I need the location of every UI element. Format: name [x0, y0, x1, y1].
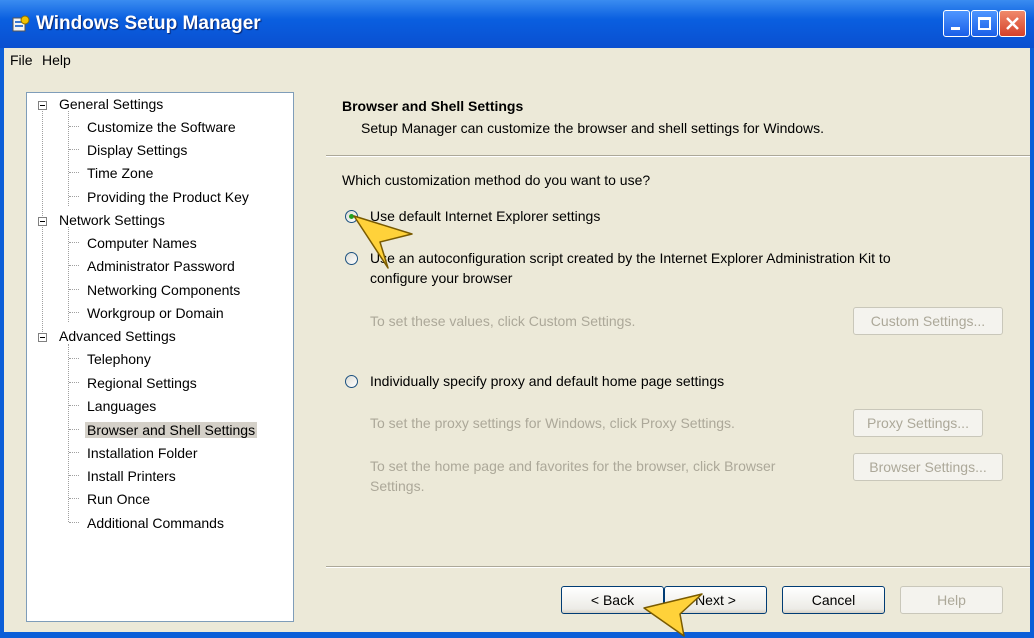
tree-node-general-settings[interactable]: General Settings	[59, 96, 163, 112]
close-icon	[1006, 17, 1019, 30]
tree-item-selected[interactable]: Browser and Shell Settings	[85, 422, 258, 438]
header-divider	[326, 155, 1030, 157]
tree-item[interactable]: Providing the Product Key	[87, 189, 249, 205]
menu-help[interactable]: Help	[42, 52, 71, 68]
pointer-arrow-icon	[643, 593, 703, 637]
tree-connector	[69, 382, 79, 383]
tree-item[interactable]: Run Once	[87, 491, 150, 507]
collapse-icon[interactable]	[38, 101, 47, 110]
custom-settings-button[interactable]: Custom Settings...	[853, 307, 1003, 335]
menu-file[interactable]: File	[10, 52, 33, 68]
cancel-button[interactable]: Cancel	[782, 586, 885, 614]
tree-item[interactable]: Regional Settings	[87, 375, 197, 391]
tree-connector	[69, 475, 79, 476]
close-button[interactable]	[999, 10, 1026, 37]
pointer-arrow-icon	[353, 215, 413, 269]
tree-connector	[69, 498, 79, 499]
tree-item[interactable]: Installation Folder	[87, 445, 198, 461]
collapse-icon[interactable]	[38, 217, 47, 226]
tree-item[interactable]: Install Printers	[87, 468, 176, 484]
menu-bar: File Help	[4, 48, 1030, 72]
tree-connector	[69, 289, 79, 290]
title-bar[interactable]: Windows Setup Manager	[0, 0, 1034, 48]
browser-settings-hint-1: To set the home page and favorites for t…	[370, 458, 776, 474]
tree-connector	[69, 429, 79, 430]
tree-node-advanced-settings[interactable]: Advanced Settings	[59, 328, 176, 344]
tree-item[interactable]: Telephony	[87, 351, 151, 367]
radio-individual-settings[interactable]	[345, 375, 358, 388]
custom-settings-hint: To set these values, click Custom Settin…	[370, 313, 636, 329]
setup-manager-icon	[12, 15, 30, 32]
tree-item[interactable]: Workgroup or Domain	[87, 305, 224, 321]
settings-tree[interactable]: General Settings Customize the Software …	[26, 92, 294, 622]
minimize-icon	[951, 27, 960, 30]
proxy-settings-button[interactable]: Proxy Settings...	[853, 409, 983, 437]
tree-connector	[69, 405, 79, 406]
tree-connector	[69, 126, 79, 127]
tree-item[interactable]: Computer Names	[87, 235, 197, 251]
tree-item[interactable]: Networking Components	[87, 282, 240, 298]
browser-settings-button[interactable]: Browser Settings...	[853, 453, 1003, 481]
tree-item[interactable]: Administrator Password	[87, 258, 235, 274]
tree-connector	[69, 149, 79, 150]
question-label: Which customization method do you want t…	[342, 172, 651, 188]
tree-connector	[69, 172, 79, 173]
tree-item[interactable]: Additional Commands	[87, 515, 224, 531]
option-autoconfig-label-1[interactable]: Use an autoconfiguration script created …	[370, 250, 891, 266]
tree-item[interactable]: Display Settings	[87, 142, 187, 158]
minimize-button[interactable]	[943, 10, 970, 37]
page-title: Browser and Shell Settings	[342, 98, 524, 114]
proxy-settings-hint: To set the proxy settings for Windows, c…	[370, 415, 735, 431]
help-button[interactable]: Help	[900, 586, 1003, 614]
wizard-panel: General Settings Customize the Software …	[4, 72, 1030, 632]
option-individual-label[interactable]: Individually specify proxy and default h…	[370, 373, 724, 389]
page-description: Setup Manager can customize the browser …	[361, 120, 825, 136]
tree-connector	[69, 242, 79, 243]
footer-divider	[326, 566, 1030, 568]
maximize-button[interactable]	[971, 10, 998, 37]
tree-connector	[68, 344, 69, 522]
browser-settings-hint-2: Settings.	[370, 478, 425, 494]
tree-item[interactable]: Customize the Software	[87, 119, 236, 135]
collapse-icon[interactable]	[38, 333, 47, 342]
tree-connector	[69, 196, 79, 197]
option-autoconfig-label-2[interactable]: configure your browser	[370, 270, 512, 286]
tree-item[interactable]: Languages	[87, 398, 156, 414]
tree-item[interactable]: Time Zone	[87, 165, 153, 181]
tree-connector	[69, 312, 79, 313]
setup-manager-window: Windows Setup Manager File Help General …	[0, 0, 1034, 638]
tree-connector	[69, 452, 79, 453]
tree-node-network-settings[interactable]: Network Settings	[59, 212, 165, 228]
tree-connector	[69, 358, 79, 359]
window-title: Windows Setup Manager	[36, 13, 261, 34]
tree-connector	[69, 265, 79, 266]
maximize-icon	[978, 17, 991, 30]
tree-connector	[69, 522, 79, 523]
